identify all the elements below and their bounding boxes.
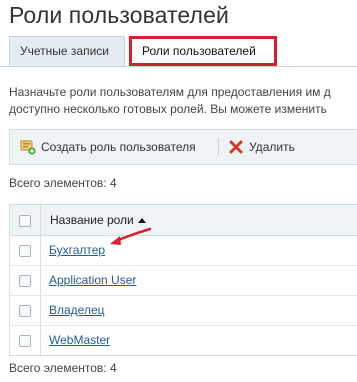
- table-row: Бухгалтер: [10, 236, 357, 266]
- column-divider: [40, 326, 41, 355]
- items-count-top: Всего элементов: 4: [9, 176, 117, 190]
- delete-button[interactable]: Удалить: [228, 130, 295, 164]
- role-link[interactable]: Бухгалтер: [49, 243, 105, 257]
- table-row: Application User: [10, 266, 357, 296]
- tab-user-roles[interactable]: Роли пользователей: [129, 36, 277, 66]
- tab-accounts[interactable]: Учетные записи: [9, 36, 125, 66]
- create-role-label: Создать роль пользователя: [41, 140, 196, 154]
- table-row: Владелец: [10, 296, 357, 326]
- column-divider: [40, 205, 41, 235]
- delete-label: Удалить: [249, 140, 295, 154]
- add-role-icon: [20, 139, 36, 155]
- row-checkbox[interactable]: [19, 275, 31, 287]
- column-divider: [40, 296, 41, 325]
- select-all-checkbox[interactable]: [19, 215, 31, 227]
- column-header-label: Название роли: [50, 213, 134, 227]
- delete-icon: [228, 139, 244, 155]
- row-checkbox[interactable]: [19, 305, 31, 317]
- role-link[interactable]: Владелец: [49, 303, 105, 317]
- toolbar: Создать роль пользователя Удалить: [9, 129, 357, 165]
- toolbar-separator: [218, 138, 219, 156]
- role-link[interactable]: Application User: [49, 273, 136, 287]
- roles-table: Название роли Бухгалтер Application User…: [9, 204, 357, 356]
- items-count-bottom: Всего элементов: 4: [9, 361, 117, 375]
- create-role-button[interactable]: Создать роль пользователя: [20, 130, 196, 164]
- description-line-2: доступно несколько готовых ролей. Вы мож…: [9, 102, 327, 116]
- page-description: Назначьте роли пользователям для предост…: [9, 84, 357, 118]
- sort-ascending-icon: [137, 218, 146, 224]
- column-header-role-name[interactable]: Название роли: [50, 213, 146, 227]
- tabs-divider: [0, 66, 357, 67]
- table-row: WebMaster: [10, 326, 357, 355]
- column-divider: [40, 236, 41, 265]
- role-link[interactable]: WebMaster: [49, 333, 110, 347]
- description-line-1: Назначьте роли пользователям для предост…: [9, 85, 331, 99]
- table-header: Название роли: [10, 205, 357, 236]
- row-checkbox[interactable]: [19, 335, 31, 347]
- annotation-arrow-icon: [110, 227, 152, 245]
- column-divider: [40, 266, 41, 295]
- page-title: Роли пользователей: [9, 2, 229, 28]
- row-checkbox[interactable]: [19, 245, 31, 257]
